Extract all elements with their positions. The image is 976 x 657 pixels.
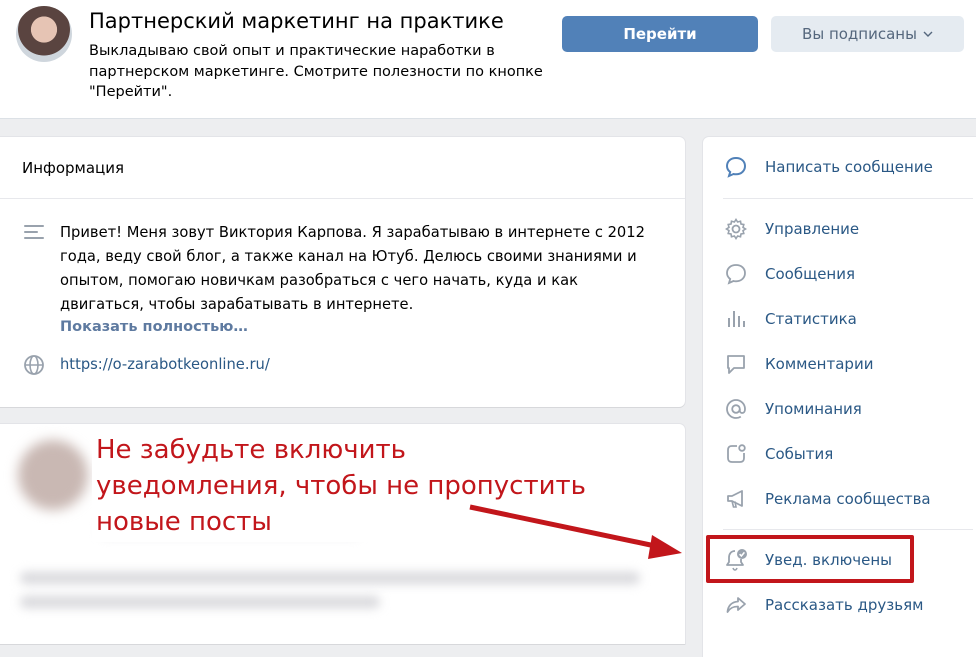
blurred-line: [20, 596, 380, 608]
subscribed-button-label: Вы подписаны: [802, 25, 917, 43]
community-header: Партнерский маркетинг на практике Выклад…: [0, 0, 976, 119]
share-label: Рассказать друзьям: [765, 595, 924, 614]
share-button[interactable]: Рассказать друзьям: [703, 582, 976, 627]
divider: [723, 198, 973, 199]
website-link[interactable]: https://o-zarabotkeonline.ru/: [60, 356, 270, 373]
comment-icon: [723, 351, 749, 377]
menu-item-label: Статистика: [765, 309, 857, 328]
chevron-down-icon: [923, 31, 933, 37]
community-avatar[interactable]: [16, 6, 72, 62]
community-title: Партнерский маркетинг на практике: [89, 9, 504, 33]
chat-bubble-icon: [723, 154, 749, 180]
at-icon: [723, 396, 749, 422]
share-arrow-icon: [723, 592, 749, 618]
go-button[interactable]: Перейти: [562, 16, 758, 52]
globe-icon: [23, 354, 45, 376]
show-more-link[interactable]: Показать полностью…: [60, 319, 248, 335]
menu-item-ads[interactable]: Реклама сообщества: [703, 476, 976, 521]
chat-bubble-icon: [723, 261, 749, 287]
megaphone-icon: [723, 486, 749, 512]
go-button-label: Перейти: [623, 25, 697, 43]
notifications-highlight-frame: [706, 535, 914, 583]
event-icon: [723, 441, 749, 467]
annotation-arrow: [469, 504, 682, 559]
info-card: Информация Привет! Меня зовут Виктория К…: [0, 137, 685, 407]
menu-item-label: Управление: [765, 219, 860, 238]
menu-item-statistics[interactable]: Статистика: [703, 296, 976, 341]
menu-item-label: Упоминания: [765, 399, 862, 418]
blurred-avatar: [18, 440, 88, 510]
menu-item-comments[interactable]: Комментарии: [703, 341, 976, 386]
community-status: Выкладываю свой опыт и практические нара…: [89, 43, 543, 100]
menu-item-mentions[interactable]: Упоминания: [703, 386, 976, 431]
menu-item-messages[interactable]: Сообщения: [703, 251, 976, 296]
description-icon: [24, 225, 44, 243]
menu-item-label: Комментарии: [765, 354, 874, 373]
info-title: Информация: [22, 159, 125, 177]
write-message-button[interactable]: Написать сообщение: [703, 144, 976, 189]
about-text: Привет! Меня зовут Виктория Карпова. Я з…: [60, 224, 645, 313]
menu-item-events[interactable]: События: [703, 431, 976, 476]
menu-item-manage[interactable]: Управление: [703, 206, 976, 251]
divider: [0, 198, 685, 199]
bar-chart-icon: [723, 306, 749, 332]
subscribed-button[interactable]: Вы подписаны: [771, 16, 964, 52]
menu-item-label: Сообщения: [765, 264, 856, 283]
menu-item-label: Реклама сообщества: [765, 489, 931, 508]
gear-icon: [723, 216, 749, 242]
divider: [723, 529, 973, 530]
write-message-label: Написать сообщение: [765, 157, 933, 176]
menu-item-label: События: [765, 444, 834, 463]
